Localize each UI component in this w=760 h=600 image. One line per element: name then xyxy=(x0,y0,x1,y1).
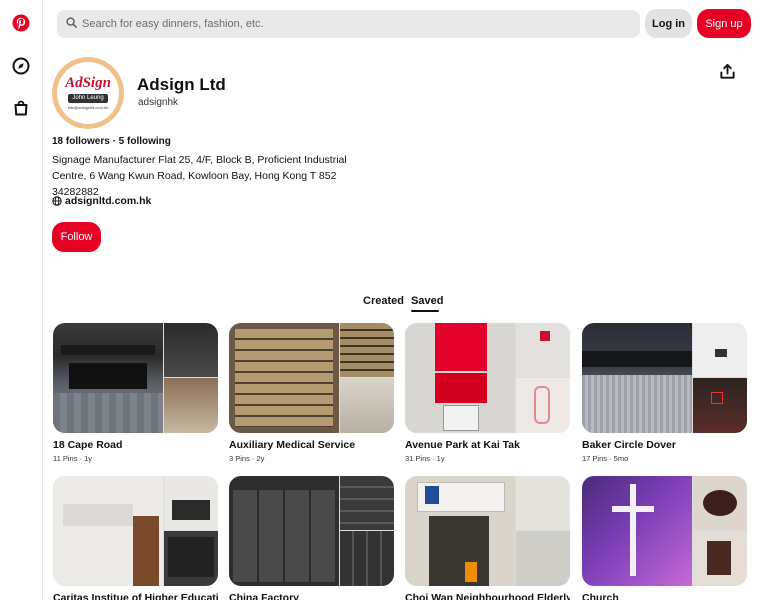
board-card[interactable]: Auxiliary Medical Service 3 Pins · 2y xyxy=(229,323,394,463)
globe-icon xyxy=(52,196,62,206)
board-cover-image xyxy=(164,476,218,530)
board-cover-image xyxy=(516,323,570,377)
tab-created[interactable]: Created xyxy=(363,295,404,307)
tab-active-indicator xyxy=(411,310,439,312)
board-cover[interactable] xyxy=(405,476,570,586)
follow-stats[interactable]: 18 followers · 5 following xyxy=(52,136,171,147)
board-cover-image xyxy=(53,476,163,586)
shop-bag-icon[interactable] xyxy=(12,99,30,117)
board-title: Choi Wan Neighbourhood Elderly xyxy=(405,592,570,600)
avatar: AdSign John Leung info@adsignltd.com.hk xyxy=(52,57,124,129)
board-cover[interactable] xyxy=(582,323,747,433)
board-cover-image xyxy=(340,531,394,586)
board-cover[interactable] xyxy=(229,476,394,586)
board-title: Caritas Institue of Higher Education xyxy=(53,592,218,600)
board-title: Avenue Park at Kai Tak xyxy=(405,439,520,451)
board-cover-image xyxy=(164,378,218,433)
board-card[interactable]: Caritas Institue of Higher Education xyxy=(53,476,218,600)
board-card[interactable]: Church xyxy=(582,476,747,600)
board-card[interactable]: 18 Cape Road 11 Pins · 1y xyxy=(53,323,218,463)
search-input[interactable] xyxy=(82,18,622,30)
board-cover[interactable] xyxy=(405,323,570,433)
board-cover-image xyxy=(164,531,218,586)
website-link[interactable]: adsignltd.com.hk xyxy=(52,195,151,207)
board-cover-image xyxy=(340,476,394,530)
left-rail xyxy=(0,0,43,600)
board-cover-image xyxy=(229,323,339,433)
board-cover-image xyxy=(405,476,515,586)
board-cover[interactable] xyxy=(582,476,747,586)
board-cover-image xyxy=(693,378,747,433)
share-button[interactable] xyxy=(717,61,737,81)
board-cover[interactable] xyxy=(229,323,394,433)
profile-name: Adsign Ltd xyxy=(137,75,226,94)
board-title: Baker Circle Dover xyxy=(582,439,676,451)
board-cover-image xyxy=(405,323,515,433)
board-cover-image xyxy=(229,476,339,586)
board-card[interactable]: China Factory xyxy=(229,476,394,600)
board-card[interactable]: Baker Circle Dover 17 Pins · 5mo xyxy=(582,323,747,463)
board-title: 18 Cape Road xyxy=(53,439,123,451)
follow-button[interactable]: Follow xyxy=(52,222,101,252)
signup-button[interactable]: Sign up xyxy=(697,9,751,38)
tab-saved[interactable]: Saved xyxy=(411,295,443,307)
search-icon xyxy=(66,15,77,33)
board-cover-image xyxy=(582,476,692,586)
board-cover[interactable] xyxy=(53,323,218,433)
board-cover-image xyxy=(693,531,747,586)
board-meta: 3 Pins · 2y xyxy=(229,454,265,463)
board-meta: 31 Pins · 1y xyxy=(405,454,445,463)
logo-name: John Leung xyxy=(68,93,108,104)
profile-handle: adsignhk xyxy=(138,97,179,108)
board-cover-image xyxy=(53,323,163,433)
board-cover-image xyxy=(516,476,570,530)
board-card[interactable]: Avenue Park at Kai Tak 31 Pins · 1y xyxy=(405,323,570,463)
board-card[interactable]: Choi Wan Neighbourhood Elderly xyxy=(405,476,570,600)
login-button[interactable]: Log in xyxy=(645,9,692,38)
explore-compass-icon[interactable] xyxy=(12,57,30,75)
share-icon xyxy=(719,63,735,79)
board-cover-image xyxy=(164,323,218,377)
adsign-logo: AdSign John Leung info@adsignltd.com.hk xyxy=(57,62,119,124)
board-cover[interactable] xyxy=(53,476,218,586)
board-cover-image xyxy=(582,323,692,433)
profile-bio: Signage Manufacturer Flat 25, 4/F, Block… xyxy=(52,154,347,198)
board-cover-image xyxy=(516,378,570,433)
pinterest-logo-icon[interactable] xyxy=(12,14,30,32)
board-title: Auxiliary Medical Service xyxy=(229,439,356,451)
board-cover-image xyxy=(516,531,570,586)
board-title: Church xyxy=(582,592,619,600)
board-cover-image xyxy=(340,378,394,433)
website-text: adsignltd.com.hk xyxy=(65,195,152,207)
board-meta: 11 Pins · 1y xyxy=(53,454,93,463)
logo-text: AdSign xyxy=(65,74,111,91)
search-bar[interactable] xyxy=(57,10,640,38)
board-title: China Factory xyxy=(229,592,300,600)
board-cover-image xyxy=(693,476,747,530)
board-cover-image xyxy=(693,323,747,377)
board-cover-image xyxy=(340,323,394,377)
board-meta: 17 Pins · 5mo xyxy=(582,454,629,463)
logo-web: info@adsignltd.com.hk xyxy=(67,105,109,111)
